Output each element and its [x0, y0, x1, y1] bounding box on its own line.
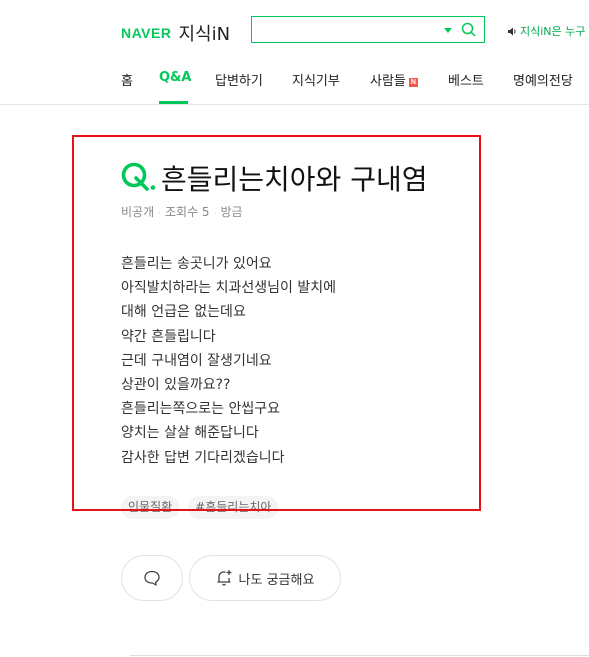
section-divider: [130, 655, 589, 656]
service-name[interactable]: 지식iN: [178, 20, 230, 46]
tab-people[interactable]: 사람들 N: [370, 70, 418, 89]
comment-button[interactable]: [121, 555, 183, 601]
meta-separator: ·: [158, 209, 161, 219]
tag-chip[interactable]: #흔들리는치아: [188, 496, 279, 519]
meta-separator: ·: [213, 209, 217, 219]
naver-logo[interactable]: NAVER: [121, 25, 171, 41]
tab-donate[interactable]: 지식기부: [292, 70, 340, 89]
curious-label: 나도 궁금해요: [238, 572, 315, 588]
question-body-line: 근데 구내염이 잘생기네요: [121, 352, 272, 369]
bell-plus-icon: [217, 570, 232, 586]
new-badge: N: [408, 78, 418, 87]
question-body-line: 대해 언급은 없는데요: [121, 304, 246, 321]
question-body-line: 상관이 있을까요??: [121, 377, 231, 394]
dropdown-caret-icon[interactable]: [444, 28, 452, 33]
notice-link[interactable]: 지식iN은 누구: [508, 23, 585, 39]
question-body-line: 흔들리는쪽으로는 안씹구요: [121, 401, 281, 418]
tab-hall-of-fame[interactable]: 명예의전당: [513, 70, 573, 89]
question-body-line: 약간 흔들립니다: [121, 328, 216, 345]
tab-home[interactable]: 홈: [121, 70, 133, 89]
question-body-line: 흔들리는 송곳니가 있어요: [121, 256, 272, 272]
active-tab-indicator: [159, 101, 188, 104]
tab-people-label: 사람들: [370, 74, 406, 89]
question-q-icon: [121, 162, 156, 191]
search-icon[interactable]: [461, 22, 476, 37]
question-body-line: 아직발치하라는 치과선생님이 발치에: [121, 280, 336, 297]
main-nav: 홈 Q&A 답변하기 지식기부 사람들 N 베스트 명예의전당: [0, 70, 589, 90]
question-body-line: 양치는 살살 해준답니다: [121, 425, 259, 442]
tag-chip[interactable]: 인물질환: [121, 496, 180, 519]
curious-button[interactable]: 나도 궁금해요: [189, 555, 341, 601]
comment-icon: [144, 570, 160, 586]
tab-best[interactable]: 베스트: [448, 70, 484, 89]
notice-text: 지식iN은 누구: [520, 25, 586, 38]
question-author: 비공개: [121, 205, 155, 219]
question-title: 흔들리는치아와 구내염: [161, 163, 428, 196]
question-time: 방금: [220, 205, 243, 219]
question-meta: 비공개 · 조회수 5 · 방금: [121, 203, 243, 220]
tab-qna[interactable]: Q&A: [159, 70, 191, 85]
question-body-line: 감사한 답변 기다리겠습니다: [121, 449, 285, 466]
question-body: 흔들리는 송곳니가 있어요 아직발치하라는 치과선생님이 발치에 대해 언급은 …: [121, 252, 336, 470]
header: NAVER 지식iN 지식iN은 누구 홈 Q&A 답변하기 지식기부 사람들 N…: [0, 0, 589, 105]
tab-answer[interactable]: 답변하기: [215, 70, 263, 89]
question-tags: 인물질환 #흔들리는치아: [121, 496, 279, 519]
speaker-icon: [508, 27, 516, 35]
logo[interactable]: NAVER 지식iN: [121, 20, 230, 46]
question-views: 조회수 5: [165, 205, 210, 219]
